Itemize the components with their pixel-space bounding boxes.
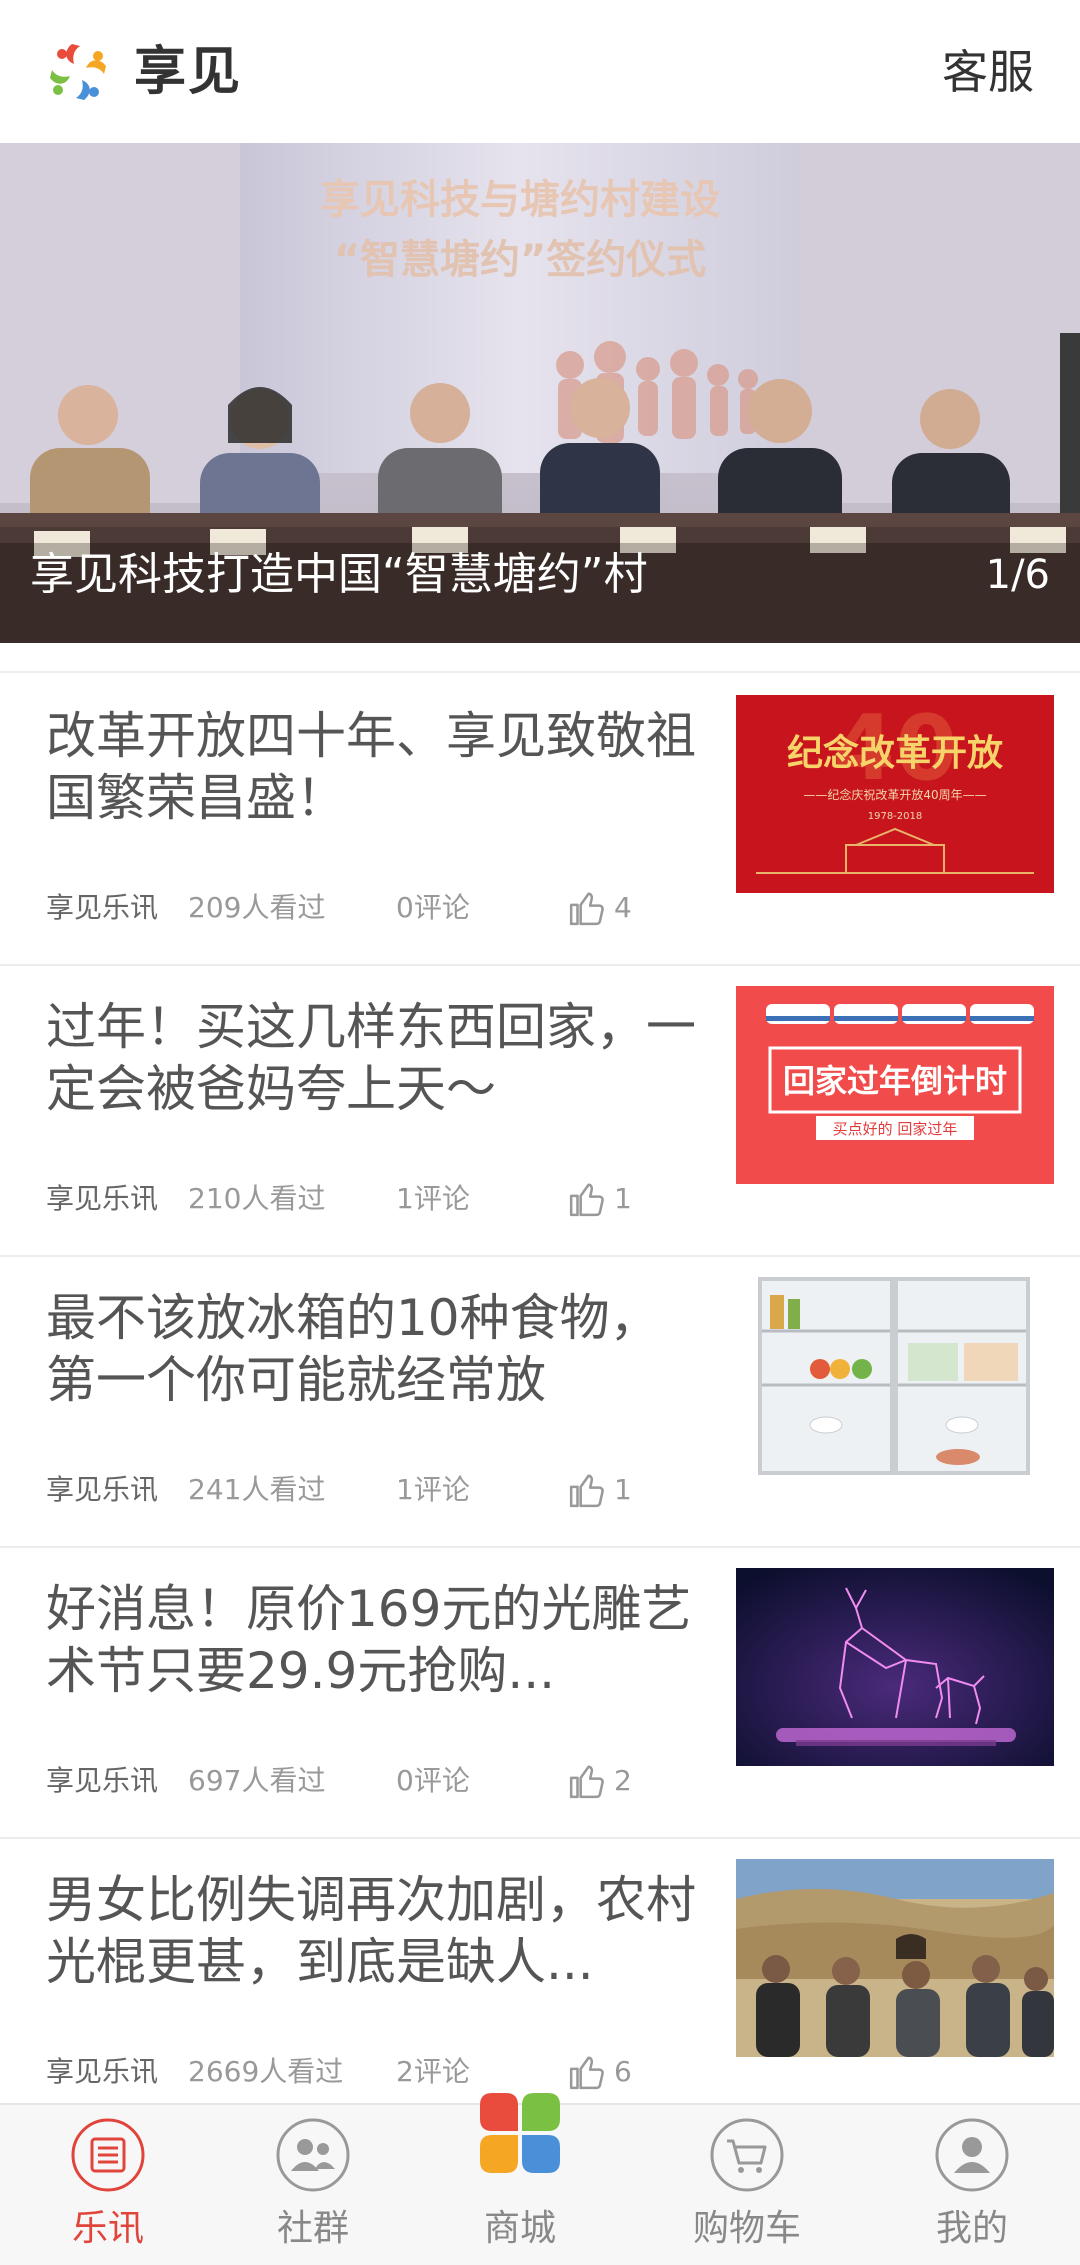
svg-text:“智慧塘约”签约仪式: “智慧塘约”签约仪式 bbox=[334, 237, 707, 283]
news-list-item[interactable]: 改革开放四十年、享见致敬祖国繁荣昌盛！ 享见乐讯 209人看过 0评论 4 40… bbox=[0, 675, 1080, 966]
news-comments: 0评论 bbox=[396, 1764, 470, 1797]
news-icon bbox=[71, 2118, 145, 2192]
like-button[interactable]: 1 bbox=[568, 1470, 632, 1510]
tab-label: 购物车 bbox=[692, 2208, 801, 2249]
news-views: 241人看过 bbox=[188, 1473, 326, 1506]
thumbs-up-icon bbox=[569, 1474, 604, 1508]
svg-text:享见科技与塘约村建设: 享见科技与塘约村建设 bbox=[320, 177, 720, 223]
like-count: 1 bbox=[614, 1473, 632, 1506]
svg-text:——纪念庆祝改革开放40周年——: ——纪念庆祝改革开放40周年—— bbox=[803, 787, 986, 802]
tab-profile[interactable]: 我的 bbox=[864, 2105, 1080, 2265]
like-count: 6 bbox=[614, 2055, 632, 2088]
svg-text:买点好的 回家过年: 买点好的 回家过年 bbox=[833, 1120, 958, 1138]
news-comments: 0评论 bbox=[396, 891, 470, 924]
news-thumbnail bbox=[736, 1859, 1054, 2057]
cart-icon bbox=[710, 2118, 784, 2192]
news-thumbnail: 40 纪念改革开放 ——纪念庆祝改革开放40周年—— 1978-2018 bbox=[736, 695, 1054, 893]
community-icon bbox=[276, 2118, 350, 2192]
news-list-item[interactable]: 好消息！原价169元的光雕艺术节只要29.9元抢购... 享见乐讯 697人看过… bbox=[0, 1548, 1080, 1839]
like-button[interactable]: 6 bbox=[568, 2052, 632, 2092]
thumbs-up-icon bbox=[569, 892, 604, 926]
like-count: 2 bbox=[614, 1764, 632, 1797]
news-source: 享见乐讯 bbox=[46, 1764, 159, 1797]
thumbs-up-icon bbox=[569, 1183, 604, 1217]
tab-label: 我的 bbox=[935, 2208, 1008, 2249]
like-button[interactable]: 4 bbox=[568, 888, 632, 928]
app-name: 享见 bbox=[134, 42, 243, 102]
tab-label: 商城 bbox=[483, 2208, 556, 2249]
news-source: 享见乐讯 bbox=[46, 1182, 159, 1215]
banner-caption: 享见科技打造中国“智慧塘约”村 bbox=[30, 549, 648, 600]
tab-community[interactable]: 社群 bbox=[205, 2105, 421, 2265]
customer-service-button[interactable]: 客服 bbox=[942, 40, 1034, 104]
like-button[interactable]: 2 bbox=[568, 1761, 632, 1801]
thumbs-up-icon bbox=[569, 1765, 604, 1799]
svg-text:纪念改革开放: 纪念改革开放 bbox=[787, 732, 1003, 774]
news-views: 697人看过 bbox=[188, 1764, 326, 1797]
banner-page-indicator: 1/6 bbox=[985, 552, 1050, 598]
tab-news[interactable]: 乐讯 bbox=[0, 2105, 216, 2265]
tab-cart[interactable]: 购物车 bbox=[639, 2105, 855, 2265]
bottom-tab-bar: 乐讯 社群 商城 购物车 我的 bbox=[0, 2093, 1080, 2265]
news-list-item[interactable]: 过年！买这几样东西回家，一定会被爸妈夸上天～ 享见乐讯 210人看过 1评论 1… bbox=[0, 966, 1080, 1257]
news-thumbnail bbox=[736, 1568, 1054, 1766]
news-source: 享见乐讯 bbox=[46, 1473, 159, 1506]
app-logo-icon bbox=[50, 44, 106, 100]
like-count: 4 bbox=[614, 891, 632, 924]
news-thumbnail: 回家过年倒计时 买点好的 回家过年 bbox=[736, 986, 1054, 1184]
news-comments: 2评论 bbox=[396, 2055, 470, 2088]
svg-text:1978-2018: 1978-2018 bbox=[868, 811, 923, 822]
news-comments: 1评论 bbox=[396, 1473, 470, 1506]
like-button[interactable]: 1 bbox=[568, 1179, 632, 1219]
tab-label: 社群 bbox=[276, 2208, 349, 2249]
news-title: 最不该放冰箱的10种食物，第一个你可能就经常放 bbox=[46, 1289, 660, 1409]
news-list-item[interactable]: 最不该放冰箱的10种食物，第一个你可能就经常放 享见乐讯 241人看过 1评论 … bbox=[0, 1257, 1080, 1548]
news-title: 好消息！原价169元的光雕艺术节只要29.9元抢购... bbox=[46, 1580, 692, 1700]
news-thumbnail bbox=[736, 1277, 1054, 1475]
news-source: 享见乐讯 bbox=[46, 891, 159, 924]
news-comments: 1评论 bbox=[396, 1182, 470, 1215]
like-count: 1 bbox=[614, 1182, 632, 1215]
banner-carousel[interactable]: 享见科技与塘约村建设 “智慧塘约”签约仪式 享见科技打造中国“智慧塘约”村 1/… bbox=[0, 143, 1080, 643]
profile-icon bbox=[935, 2118, 1009, 2192]
news-title: 过年！买这几样东西回家，一定会被爸妈夸上天～ bbox=[46, 998, 696, 1118]
mall-icon bbox=[480, 2093, 560, 2173]
thumbs-up-icon bbox=[569, 2056, 604, 2090]
app-header: 享见 客服 bbox=[0, 0, 1080, 143]
tab-mall[interactable]: 商城 bbox=[412, 2093, 628, 2265]
news-list-item[interactable]: 男女比例失调再次加剧，农村光棍更甚，到底是缺人... 享见乐讯 2669人看过 … bbox=[0, 1839, 1080, 2103]
tab-label: 乐讯 bbox=[71, 2208, 144, 2249]
news-title: 男女比例失调再次加剧，农村光棍更甚，到底是缺人... bbox=[46, 1871, 696, 1991]
svg-text:回家过年倒计时: 回家过年倒计时 bbox=[783, 1062, 1007, 1100]
section-divider bbox=[0, 643, 1080, 673]
news-views: 2669人看过 bbox=[188, 2055, 344, 2088]
news-views: 209人看过 bbox=[188, 891, 326, 924]
news-title: 改革开放四十年、享见致敬祖国繁荣昌盛！ bbox=[46, 707, 696, 827]
news-views: 210人看过 bbox=[188, 1182, 326, 1215]
news-source: 享见乐讯 bbox=[46, 2055, 159, 2088]
